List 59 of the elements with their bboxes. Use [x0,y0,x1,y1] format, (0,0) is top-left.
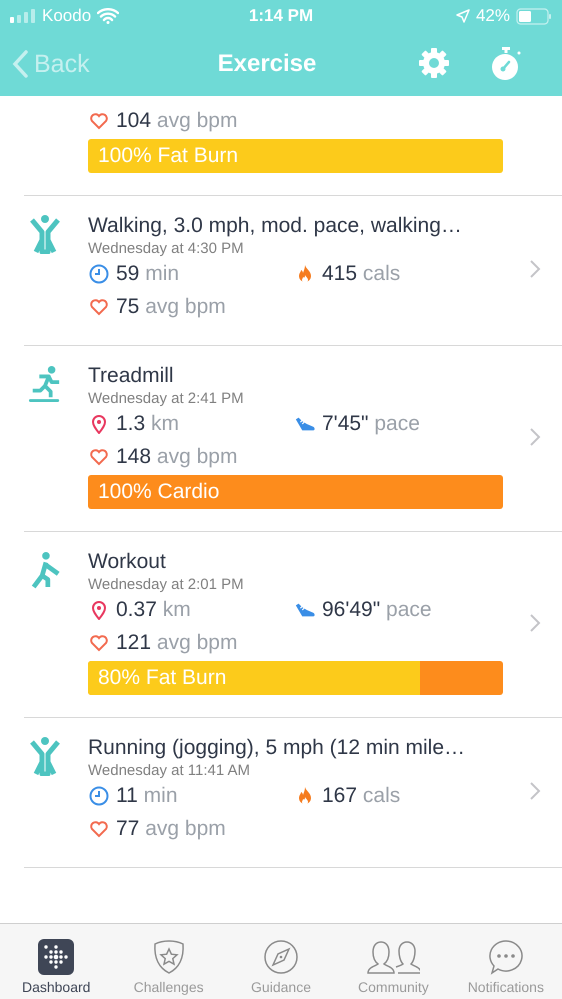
heart-icon [88,446,110,466]
heart-icon [88,110,110,130]
tab-button[interactable]: Community [337,924,450,999]
dots-logo-icon [38,939,74,975]
activity-title: Walking, 3.0 mph, mod. pace, walking… [88,214,463,238]
stat-value: 415 cals [322,262,400,286]
chevron-right-icon [529,258,541,278]
back-button[interactable]: Back [12,50,218,78]
carrier-name: Koodo [42,6,92,26]
heart-icon [88,818,110,838]
person-icon [28,736,62,776]
clock-icon [88,264,110,284]
heart-rate: 104 avg bpm [116,108,238,132]
tab-button[interactable]: Notifications [450,924,562,999]
heart-rate: 121 avg bpm [116,630,238,654]
person-icon [28,214,62,254]
people-icon [366,939,420,975]
stat-value: 1.3 km [116,412,180,436]
activity-date: Wednesday at 2:01 PM [88,576,245,593]
chevron-right-icon [529,426,541,446]
activity-title: Workout [88,550,167,574]
heart-rate: 77 avg bpm [116,816,226,840]
tab-button[interactable]: Challenges [112,924,225,999]
stat-value: 96'49" pace [322,598,432,622]
chat-bubble-icon [488,939,524,975]
chevron-left-icon [12,50,28,78]
clock-icon [88,786,110,806]
treadmill-person-icon [28,364,62,404]
heart-rate: 75 avg bpm [116,294,226,318]
tab-button[interactable]: Guidance [224,924,338,999]
status-time: 1:14 PM [248,6,314,26]
zone-label: 100% Fat Burn [98,143,238,169]
activity-title: Running (jogging), 5 mph (12 min mile… [88,736,466,760]
stat-value: 7'45" pace [322,412,420,436]
activity-date: Wednesday at 2:41 PM [88,390,245,407]
activity-date: Wednesday at 4:30 PM [88,240,245,257]
page-title: Exercise [218,50,316,78]
heart-icon [88,296,110,316]
stopwatch-icon[interactable] [490,47,522,81]
settings-icon[interactable] [418,47,450,79]
wifi-icon [97,8,120,24]
activity-date: Wednesday at 11:41 AM [88,762,252,779]
signal-icon [10,9,36,23]
stat-value: 11 min [116,784,178,808]
stat-value: 167 cals [322,784,400,808]
heart-icon [88,632,110,652]
chevron-right-icon [529,780,541,800]
activity-title: Treadmill [88,364,175,388]
zone-label: 100% Cardio [98,479,220,505]
heart-rate: 148 avg bpm [116,444,238,468]
compass-icon [263,939,300,975]
tab-button[interactable]: Dashboard [0,924,112,999]
location-arrow-icon [456,9,470,23]
chevron-right-icon [529,612,541,632]
stat-value: 0.37 km [116,598,191,622]
battery-icon [516,8,552,24]
battery-percent: 42% [476,6,510,26]
stat-value: 59 min [116,262,180,286]
zone-label: 80% Fat Burn [98,665,226,691]
